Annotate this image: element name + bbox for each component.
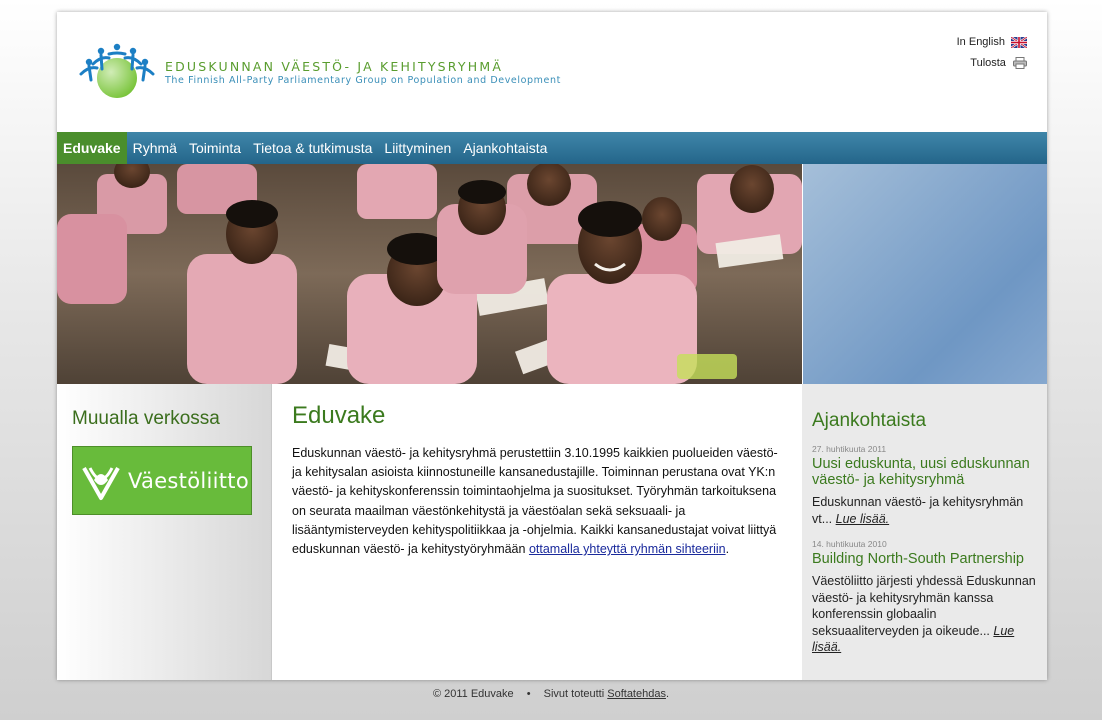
contact-secretary-link[interactable]: ottamalla yhteyttä ryhmän sihteeriin [529,542,726,556]
nav-item-eduvake[interactable]: Eduvake [57,132,127,164]
nav-item-toiminta[interactable]: Toiminta [183,132,247,164]
intro-paragraph: Eduskunnan väestö- ja kehitysryhmä perus… [292,444,782,559]
main-nav: Eduvake Ryhmä Toiminta Tietoa & tutkimus… [57,132,1047,164]
footer-credit-tail: . [665,688,670,700]
nav-item-ryhma[interactable]: Ryhmä [127,132,183,164]
print-link[interactable]: Tulosta [970,57,1027,70]
news-date: 27. huhtikuuta 2011 [812,444,887,454]
vaestoliitto-banner-label: Väestöliitto [128,468,249,493]
vaestoliitto-banner-link[interactable]: Väestöliitto [72,446,252,515]
footer-separator: • [526,688,531,700]
printer-icon[interactable] [1013,57,1027,70]
left-sidebar: Muualla verkossa Väestöliitto [57,384,272,680]
uk-flag-icon[interactable] [1011,36,1027,48]
news-heading: Ajankohtaista [812,410,927,431]
intro-text: Eduskunnan väestö- ja kehitysryhmä perus… [292,446,778,557]
footer: © 2011 Eduvake • Sivut toteutti Softateh… [0,688,1102,700]
news-title-link[interactable]: Building North-South Partnership [812,551,1040,567]
site-subtitle: The Finnish All-Party Parliamentary Grou… [165,75,561,86]
hero-photo [57,164,802,384]
news-title-link[interactable]: Uusi eduskunta, uusi eduskunnan väestö- … [812,456,1040,488]
nav-item-ajankohtaista[interactable]: Ajankohtaista [457,132,553,164]
main-content: Eduvake Eduskunnan väestö- ja kehitysryh… [272,384,802,680]
page-container: EDUSKUNNAN VÄESTÖ- JA KEHITYSRYHMÄ The F… [57,12,1047,680]
site-title: EDUSKUNNAN VÄESTÖ- JA KEHITYSRYHMÄ [165,59,504,74]
people-circle-logo-icon[interactable] [77,42,155,100]
news-date: 14. huhtikuuta 2010 [812,539,887,549]
language-link-label[interactable]: In English [957,36,1005,48]
left-sidebar-heading: Muualla verkossa [72,408,220,429]
nav-item-tietoa-tutkimusta[interactable]: Tietoa & tutkimusta [247,132,378,164]
footer-copyright: © 2011 Eduvake [432,688,514,700]
nav-item-liittyminen[interactable]: Liittyminen [378,132,457,164]
read-more-link[interactable]: Lue lisää. [836,512,890,526]
intro-tail: . [725,542,730,557]
hero-side-panel [802,164,1047,384]
news-item: 14. huhtikuuta 2010 Building North-South… [812,539,1040,656]
news-item: 27. huhtikuuta 2011 Uusi eduskunta, uusi… [812,444,1040,527]
print-link-label[interactable]: Tulosta [970,57,1006,69]
language-switch[interactable]: In English [957,36,1027,48]
header: EDUSKUNNAN VÄESTÖ- JA KEHITYSRYHMÄ The F… [57,12,1047,132]
footer-credit: Sivut toteutti [543,688,605,700]
news-sidebar: Ajankohtaista 27. huhtikuuta 2011 Uusi e… [802,384,1047,680]
vaestoliitto-logo-icon [82,466,120,500]
news-summary: Eduskunnan väestö- ja kehitysryhmän vt..… [812,494,1040,527]
softatehdas-link[interactable]: Softatehdas [607,688,666,700]
page-title: Eduvake [292,402,386,429]
news-summary: Väestöliitto järjesti yhdessä Eduskunnan… [812,573,1040,656]
